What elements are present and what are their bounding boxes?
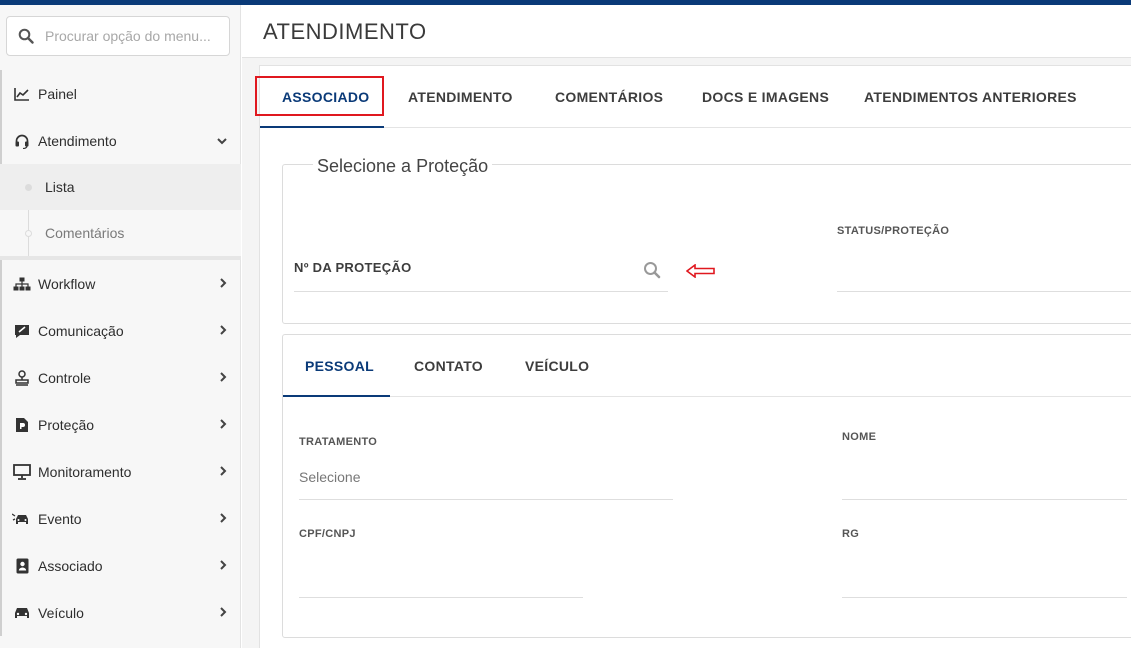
tab-label: VEÍCULO [525,358,590,374]
tab-contato[interactable]: CONTATO [414,335,483,397]
tab-label: CONTATO [414,358,483,374]
tab-veiculo[interactable]: VEÍCULO [525,335,589,397]
sidebar: Painel Atendimento Lista Comentários [0,5,241,648]
tab-highlight-box [255,76,384,116]
tab-label: COMENTÁRIOS [555,89,664,105]
menu-search-box[interactable] [6,16,230,56]
sidebar-item-label: Controle [38,369,91,386]
tratamento-select[interactable]: Selecione [299,469,361,485]
sidebar-item-label: Comunicação [38,322,124,339]
chevron-down-icon [217,134,227,148]
nome-label: NOME [842,431,877,443]
active-subtab-underline [283,395,390,397]
sidebar-item-evento[interactable]: Evento [0,495,241,542]
comment-edit-icon [12,321,32,341]
car-crash-icon [12,509,32,529]
status-protection-label: STATUS/PROTEÇÃO [837,225,950,237]
sidebar-item-label: Workflow [38,275,96,292]
sidebar-item-label: Associado [38,557,103,574]
nome-input[interactable] [842,451,1127,499]
sidebar-subitem-label: Comentários [45,225,125,241]
sidebar-menu: Painel Atendimento Lista Comentários Wor… [0,70,241,636]
menu-search-input[interactable] [45,28,223,44]
search-icon[interactable] [643,261,661,284]
sitemap-icon [12,274,32,294]
tab-atendimentos-anteriores[interactable]: ATENDIMENTOS ANTERIORES [864,66,1077,128]
id-badge-icon [12,556,32,576]
chevron-right-icon [220,324,227,338]
stamp-icon [12,368,32,388]
status-protection-underline [837,291,1131,292]
protection-legend: Selecione a Proteção [313,156,493,177]
sidebar-item-label: Evento [38,510,82,527]
active-tab-underline [260,126,384,128]
tab-comentarios[interactable]: COMENTÁRIOS [555,66,663,128]
file-document-icon [12,415,32,435]
sidebar-item-workflow[interactable]: Workflow [0,260,241,307]
personal-card: PESSOAL CONTATO VEÍCULO TRATAMENTO Selec… [282,334,1131,638]
page-header: ATENDIMENTO [242,5,1131,58]
sidebar-item-label: Monitoramento [38,463,132,480]
tab-label: ATENDIMENTO [408,89,513,105]
sidebar-item-label: Painel [38,85,77,102]
protection-number-input[interactable] [294,249,668,291]
sidebar-subitem-label: Lista [45,179,75,195]
desktop-icon [12,462,32,482]
sidebar-item-painel[interactable]: Painel [0,70,241,117]
rg-label: RG [842,528,860,540]
tab-pessoal[interactable]: PESSOAL [305,335,374,397]
sidebar-item-label: Atendimento [38,132,117,149]
headset-icon [12,131,32,151]
tratamento-label: TRATAMENTO [299,436,378,448]
submenu-dot-icon [25,184,32,191]
atendimento-card: ASSOCIADO ATENDIMENTO COMENTÁRIOS DOCS E… [255,65,1131,648]
sidebar-item-controle[interactable]: Controle [0,354,241,401]
nome-underline [842,499,1127,500]
sidebar-item-protecao[interactable]: Proteção [0,401,241,448]
cpf-cnpj-underline [299,597,583,598]
sidebar-subitem-lista[interactable]: Lista [0,164,241,210]
cpf-cnpj-input[interactable] [299,547,583,597]
main-tabs: ASSOCIADO ATENDIMENTO COMENTÁRIOS DOCS E… [255,66,1131,128]
sidebar-item-monitoramento[interactable]: Monitoramento [0,448,241,495]
chevron-right-icon [220,465,227,479]
personal-tabs: PESSOAL CONTATO VEÍCULO [283,335,1131,397]
tratamento-underline [299,499,673,500]
chevron-right-icon [220,606,227,620]
car-icon [12,603,32,623]
chevron-right-icon [220,512,227,526]
tab-atendimento[interactable]: ATENDIMENTO [408,66,513,128]
tab-label: DOCS E IMAGENS [702,89,830,105]
main-content: ATENDIMENTO ASSOCIADO ATENDIMENTO COMENT… [242,5,1131,648]
chart-line-icon [12,84,32,104]
submenu-dot-icon [25,230,32,237]
page-title: ATENDIMENTO [263,19,427,44]
chevron-right-icon [220,371,227,385]
chevron-right-icon [220,277,227,291]
sidebar-item-label: Proteção [38,416,95,433]
sidebar-item-label: Veículo [38,604,84,621]
tab-docs-e-imagens[interactable]: DOCS E IMAGENS [702,66,829,128]
chevron-right-icon [220,418,227,432]
protection-number-underline [294,291,668,292]
sidebar-item-associado[interactable]: Associado [0,542,241,589]
rg-underline [842,597,1127,598]
search-icon [7,28,45,44]
arrow-left-icon [685,263,716,283]
sidebar-item-comunicacao[interactable]: Comunicação [0,307,241,354]
protection-fieldset: Selecione a Proteção Nº DA PROTEÇÃO STAT… [282,156,1131,324]
tab-label: PESSOAL [305,358,375,374]
sidebar-item-veiculo[interactable]: Veículo [0,589,241,636]
cpf-cnpj-label: CPF/CNPJ [299,528,356,540]
chevron-right-icon [220,559,227,573]
sidebar-subitem-comentarios[interactable]: Comentários [0,210,241,256]
rg-input[interactable] [842,547,1127,597]
tab-label: ATENDIMENTOS ANTERIORES [864,89,1077,105]
sidebar-item-atendimento[interactable]: Atendimento [0,117,241,164]
atendimento-submenu: Lista Comentários [0,164,241,256]
status-protection-field[interactable] [837,245,1131,291]
